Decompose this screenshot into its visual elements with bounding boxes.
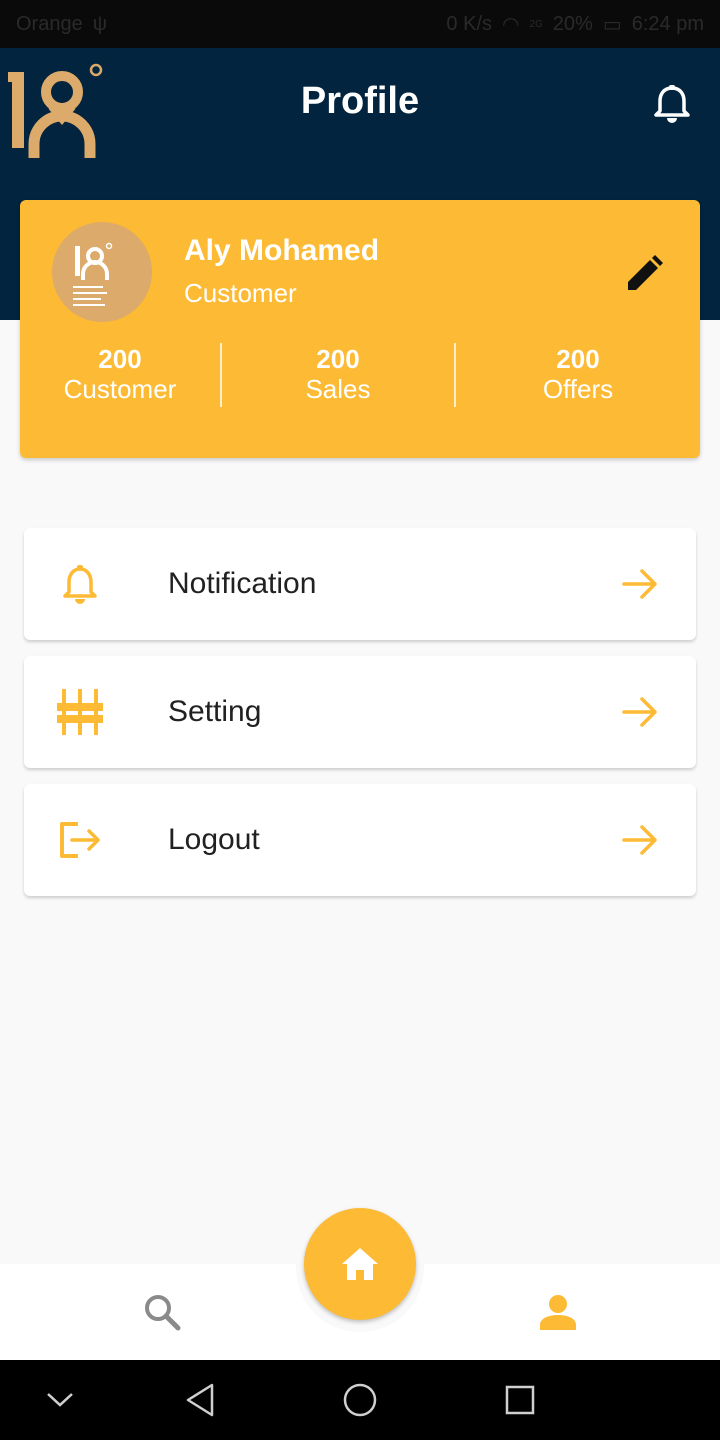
stats-row: 200 Customer 200 Sales 200 Offers [20,340,700,410]
home-button[interactable] [304,1208,416,1320]
arrow-right-icon [620,820,660,860]
arrow-right-icon [620,564,660,604]
status-right: 0 K/s ◠ 2G 20% ▭ 6:24 pm [446,12,704,37]
edit-profile-button[interactable] [620,250,668,298]
user-name: Aly Mohamed [184,234,380,267]
page-title: Profile [300,80,420,122]
system-nav-bar [0,1360,720,1440]
battery-level: 20% [552,12,593,35]
sliders-icon [56,688,104,736]
menu-item-logout[interactable]: Logout [24,784,696,896]
menu-label: Setting [168,695,262,728]
circle-icon [343,1383,377,1417]
status-left: Orange ψ [16,13,107,36]
arrow-right-icon [620,692,660,732]
back-button[interactable] [172,1372,228,1428]
square-icon [505,1385,535,1415]
header-bell-icon[interactable] [650,82,694,126]
search-icon [145,1295,181,1331]
back-triangle-icon [186,1383,214,1417]
clock: 6:24 pm [631,12,704,35]
avatar [52,222,152,322]
battery-icon: ▭ [602,13,622,36]
logout-icon [56,816,104,864]
network-speed: 0 K/s [446,12,492,35]
stat-label: Customer [63,373,177,404]
menu-item-setting[interactable]: Setting [24,656,696,768]
nav-profile-button[interactable] [534,1288,582,1336]
stat-label: Sales [305,373,371,404]
home-system-button[interactable] [332,1372,388,1428]
stat-customer: 200 Customer [20,340,220,410]
chevron-down-icon [47,1393,73,1407]
carrier-name: Orange [16,12,83,35]
pencil-icon [628,255,663,290]
stat-value: 200 [316,344,360,375]
bell-icon [56,560,104,608]
menu-label: Logout [168,823,260,856]
nav-search-button[interactable] [138,1288,186,1336]
usb-icon: ψ [92,12,107,35]
stat-value: 200 [98,344,142,375]
stat-sales: 200 Sales [222,340,454,410]
home-icon [342,1248,378,1280]
menu-label: Notification [168,567,317,600]
status-bar: Orange ψ 0 K/s ◠ 2G 20% ▭ 6:24 pm [0,0,720,48]
person-icon [540,1295,576,1330]
wifi-icon: ◠ [502,13,520,36]
user-role: Customer [184,278,297,308]
profile-card: Aly Mohamed Customer 200 Customer 200 Sa… [20,200,700,458]
menu-item-notification[interactable]: Notification [24,528,696,640]
network-type: 2G [529,18,543,30]
hide-keyboard-button[interactable] [32,1372,88,1428]
recents-button[interactable] [492,1372,548,1428]
stat-value: 200 [556,344,600,375]
stat-label: Offers [542,373,614,404]
stat-offers: 200 Offers [456,340,700,410]
